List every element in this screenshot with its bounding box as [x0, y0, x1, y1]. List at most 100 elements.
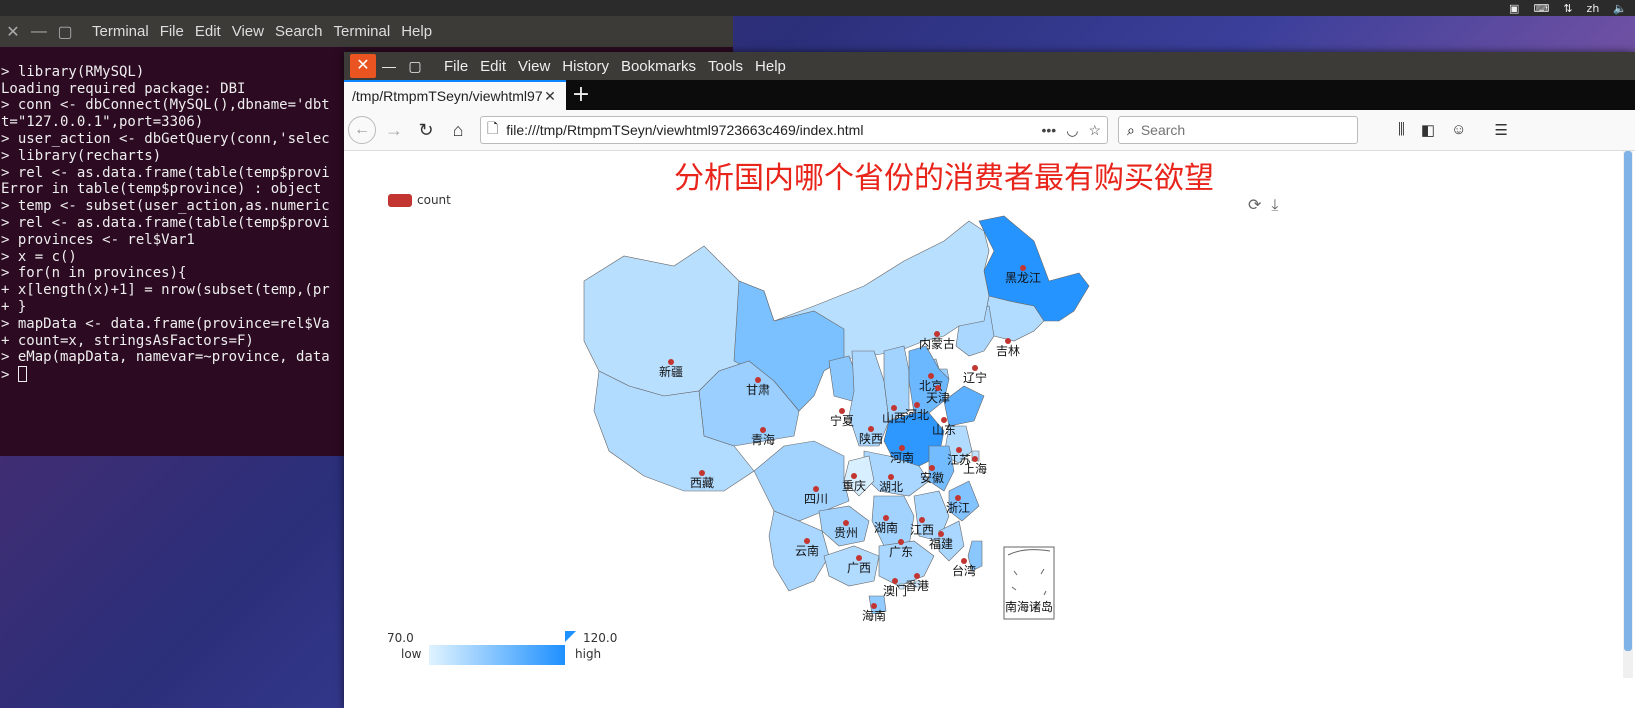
maximize-icon[interactable]: ▢	[402, 58, 428, 75]
terminal-menu-file[interactable]: File	[160, 23, 184, 40]
maximize-icon[interactable]: ▢	[52, 22, 78, 42]
menu-help[interactable]: Help	[755, 58, 786, 75]
minimize-icon[interactable]: —	[26, 23, 52, 41]
province-label: 海南	[862, 608, 886, 623]
page-info-icon[interactable]: 🗋	[487, 118, 498, 142]
home-icon[interactable]: ⌂	[442, 120, 474, 141]
page-scrollbar[interactable]	[1623, 151, 1633, 678]
visual-map-min: 70.0	[387, 631, 414, 645]
province-label: 四川	[804, 492, 828, 506]
bookmark-star-icon[interactable]: ☆	[1088, 122, 1101, 139]
province-label: 山东	[932, 423, 956, 437]
library-icon[interactable]: ⫼	[1398, 121, 1405, 139]
volume-icon[interactable]: 🔈	[1613, 2, 1627, 15]
terminal-menu-view[interactable]: View	[232, 23, 264, 40]
province-label: 河北	[905, 408, 929, 422]
new-tab-button[interactable]: +	[566, 80, 596, 110]
sidebar-icon[interactable]: ◧	[1421, 121, 1435, 139]
province-label: 澳门	[883, 583, 907, 598]
url-text: file:///tmp/RtmpmTSeyn/viewhtml9723663c4…	[506, 122, 864, 138]
forward-icon[interactable]: →	[378, 120, 410, 141]
visual-map-gradient[interactable]	[429, 645, 565, 665]
back-icon[interactable]: ←	[348, 116, 376, 144]
province-label: 湖北	[879, 479, 903, 494]
province-label: 辽宁	[963, 370, 987, 385]
transfer-icon[interactable]: ⇅	[1563, 2, 1572, 15]
menu-view[interactable]: View	[518, 58, 550, 75]
tab-index-html[interactable]: /tmp/RtmpmTSeyn/viewhtml9723663c469/inde…	[344, 80, 566, 110]
close-icon[interactable]: ✕	[350, 54, 376, 78]
province-label: 广西	[847, 561, 871, 575]
terminal-menu-title[interactable]: Terminal	[92, 23, 149, 40]
menu-file[interactable]: File	[444, 58, 468, 75]
page-content: 分析国内哪个省份的消费者最有购买欲望 count ⟳ ⤓ 黑龙江 吉林 辽宁 内蒙古新…	[344, 151, 1635, 678]
province-label: 内蒙古	[919, 336, 955, 351]
province-label: 新疆	[659, 364, 683, 379]
province-label: 上海	[963, 461, 987, 476]
province-label: 吉林	[996, 344, 1020, 358]
province-label: 青海	[751, 432, 775, 447]
system-tray: ▣ ⌨ ⇅ zh 🔈	[1509, 0, 1627, 16]
province-label: 西藏	[690, 476, 714, 490]
page-actions-icon[interactable]: •••	[1042, 122, 1057, 138]
province-label: 广东	[889, 545, 913, 559]
url-bar[interactable]: 🗋 file:///tmp/RtmpmTSeyn/viewhtml9723663…	[480, 116, 1108, 144]
province-label: 黑龙江	[1005, 271, 1041, 285]
menu-edit[interactable]: Edit	[480, 58, 506, 75]
firefox-titlebar: ✕ — ▢ File Edit View History Bookmarks T…	[344, 52, 1635, 80]
tab-strip: /tmp/RtmpmTSeyn/viewhtml9723663c469/inde…	[344, 80, 1635, 110]
terminal-menu-help[interactable]: Help	[401, 23, 432, 40]
menu-bookmarks[interactable]: Bookmarks	[621, 58, 696, 75]
pocket-icon[interactable]: ◡	[1066, 122, 1078, 139]
terminal-menu-terminal[interactable]: Terminal	[334, 23, 391, 40]
menu-tools[interactable]: Tools	[708, 58, 743, 75]
province-label: 陕西	[859, 431, 883, 446]
province-label: 山西	[882, 411, 906, 425]
nav-toolbar: ← → ↻ ⌂ 🗋 file:///tmp/RtmpmTSeyn/viewhtm…	[344, 110, 1635, 151]
reload-icon[interactable]: ↻	[410, 120, 442, 141]
china-map: 黑龙江吉林辽宁内蒙古新疆甘肃青海西藏宁夏陕西山西北京天津河北山东河南 江苏上海安徽…	[583, 215, 1090, 623]
terminal-menu: Terminal File Edit View Search Terminal …	[92, 23, 432, 40]
province-label: 福建	[929, 536, 953, 551]
province-label: 河南	[890, 450, 914, 465]
terminal-titlebar: ✕ — ▢ Terminal File Edit View Search Ter…	[0, 16, 733, 47]
province-label: 南海诸岛	[1005, 599, 1053, 614]
province-label: 重庆	[842, 479, 866, 493]
province-label: 天津	[926, 391, 950, 405]
terminal-menu-edit[interactable]: Edit	[195, 23, 221, 40]
search-input[interactable]	[1140, 122, 1341, 138]
network-icon[interactable]: ▣	[1509, 2, 1519, 15]
scrollbar-thumb[interactable]	[1624, 151, 1632, 651]
province-label: 甘肃	[746, 383, 770, 397]
search-icon: ⌕	[1127, 121, 1135, 138]
province-label: 云南	[795, 543, 819, 558]
account-icon[interactable]: ☺	[1451, 121, 1466, 139]
province-label: 湖南	[874, 520, 898, 535]
tab-title: /tmp/RtmpmTSeyn/viewhtml9723663c469/inde…	[352, 88, 542, 104]
menu-history[interactable]: History	[562, 58, 609, 75]
province-label: 宁夏	[830, 413, 854, 428]
province-label: 香港	[905, 579, 929, 593]
visual-map-max: 120.0	[583, 631, 618, 645]
close-icon[interactable]: ✕	[0, 22, 26, 42]
terminal-menu-search[interactable]: Search	[275, 23, 323, 40]
terminal-prompt: >	[1, 367, 18, 384]
hamburger-menu-icon[interactable]: ☰	[1494, 121, 1507, 139]
minimize-icon[interactable]: —	[376, 58, 402, 74]
visual-map-high-handle[interactable]	[565, 631, 576, 642]
visual-map-high-label: high	[575, 647, 602, 661]
province-label: 贵州	[834, 526, 858, 540]
firefox-window: ✕ — ▢ File Edit View History Bookmarks T…	[344, 52, 1635, 708]
keyboard-icon[interactable]: ⌨	[1533, 2, 1549, 15]
province-label: 浙江	[946, 501, 970, 515]
search-bar[interactable]: ⌕	[1118, 116, 1358, 144]
firefox-menu: File Edit View History Bookmarks Tools H…	[444, 58, 786, 75]
tab-close-icon[interactable]: ✕	[542, 88, 558, 105]
visual-map-low-label: low	[401, 647, 422, 661]
province-label: 安徽	[920, 470, 944, 485]
toolbar-right: ⫼ ◧ ☺ ☰	[1398, 121, 1508, 139]
terminal-cursor	[17, 366, 27, 383]
system-top-bar: ▣ ⌨ ⇅ zh 🔈	[0, 0, 1635, 16]
province-label: 江西	[910, 523, 934, 537]
input-method-icon[interactable]: zh	[1587, 2, 1600, 15]
